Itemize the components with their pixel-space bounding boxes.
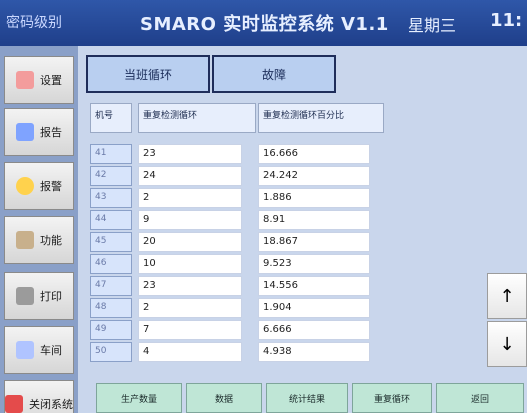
repeat-cycle-cell: 10 [138,254,242,274]
menu-button-shutdown[interactable]: 关闭系统 [4,380,74,413]
repeat-cycle-percent-cell: 1.904 [258,298,370,318]
printer-icon [16,287,34,305]
menu-label: 设置 [40,74,62,87]
app-screen: 密码级别 SMARO 实时监控系统 V1.1 星期三 11: 设置 报告 报警 … [0,0,527,413]
menu-button-report[interactable]: 报告 [4,108,74,156]
time-partial: 11: [490,10,523,31]
arrow-up-icon: ↑ [499,285,515,307]
repeat-cycle-cell: 20 [138,232,242,252]
menu-label: 功能 [40,234,62,247]
machine-no-cell: 50 [90,342,132,362]
menu-label: 打印 [40,290,62,303]
machine-no-cell: 49 [90,320,132,340]
weekday-label: 星期三 [408,16,457,35]
header-repeat-cycle: 重复检测循环 [138,103,256,133]
repeat-cycle-percent-cell: 1.886 [258,188,370,208]
bottom-button-data[interactable]: 数据 [186,383,262,413]
menu-button-workshop[interactable]: 车间 [4,326,74,374]
repeat-cycle-cell: 23 [138,144,242,164]
repeat-cycle-cell: 4 [138,342,242,362]
bottom-button-stat-results[interactable]: 统计结果 [266,383,348,413]
arrow-down-icon: ↓ [499,333,515,355]
repeat-cycle-percent-cell: 8.91 [258,210,370,230]
map-icon [16,231,34,249]
bottom-button-production-qty[interactable]: 生产数量 [96,383,182,413]
title-bar: 密码级别 SMARO 实时监控系统 V1.1 星期三 11: [0,0,527,46]
scroll-down-button[interactable]: ↓ [487,321,527,367]
machine-no-cell: 43 [90,188,132,208]
tools-icon [16,341,34,359]
bottom-button-back[interactable]: 返回 [436,383,524,413]
password-level-label: 密码级别 [6,15,62,31]
repeat-cycle-percent-cell: 14.556 [258,276,370,296]
repeat-cycle-percent-cell: 18.867 [258,232,370,252]
repeat-cycle-percent-cell: 6.666 [258,320,370,340]
repeat-cycle-cell: 7 [138,320,242,340]
repeat-cycle-cell: 2 [138,298,242,318]
repeat-cycle-cell: 9 [138,210,242,230]
repeat-cycle-percent-cell: 9.523 [258,254,370,274]
header-repeat-cycle-percent: 重复检测循环百分比 [258,103,384,133]
menu-button-print[interactable]: 打印 [4,272,74,320]
machine-no-cell: 44 [90,210,132,230]
machine-no-cell: 46 [90,254,132,274]
lightbulb-icon [16,177,34,195]
tab-fault[interactable]: 故障 [212,55,336,93]
machine-no-cell: 45 [90,232,132,252]
menu-button-settings[interactable]: 设置 [4,56,74,104]
repeat-cycle-percent-cell: 4.938 [258,342,370,362]
header-machine-no: 机号 [90,103,132,133]
repeat-cycle-percent-cell: 16.666 [258,144,370,164]
menu-label: 报警 [40,180,62,193]
scroll-up-button[interactable]: ↑ [487,273,527,319]
machine-no-cell: 48 [90,298,132,318]
repeat-cycle-cell: 23 [138,276,242,296]
menu-label: 关闭系统 [29,398,73,411]
menu-label: 报告 [40,126,62,139]
machine-no-cell: 41 [90,144,132,164]
left-menu: 设置 报告 报警 功能 打印 车间 关闭系统 [0,46,78,413]
bottom-button-repeat-cycle[interactable]: 重复循环 [352,383,432,413]
hand-pointer-icon [16,71,34,89]
repeat-cycle-percent-cell: 24.242 [258,166,370,186]
menu-button-alarm[interactable]: 报警 [4,162,74,210]
repeat-cycle-cell: 24 [138,166,242,186]
tab-current-cycle[interactable]: 当班循环 [86,55,210,93]
repeat-cycle-cell: 2 [138,188,242,208]
report-book-icon [16,123,34,141]
menu-label: 车间 [40,344,62,357]
app-title: SMARO 实时监控系统 V1.1 [140,14,389,35]
menu-button-function[interactable]: 功能 [4,216,74,264]
machine-no-cell: 47 [90,276,132,296]
power-icon [5,395,23,413]
machine-no-cell: 42 [90,166,132,186]
